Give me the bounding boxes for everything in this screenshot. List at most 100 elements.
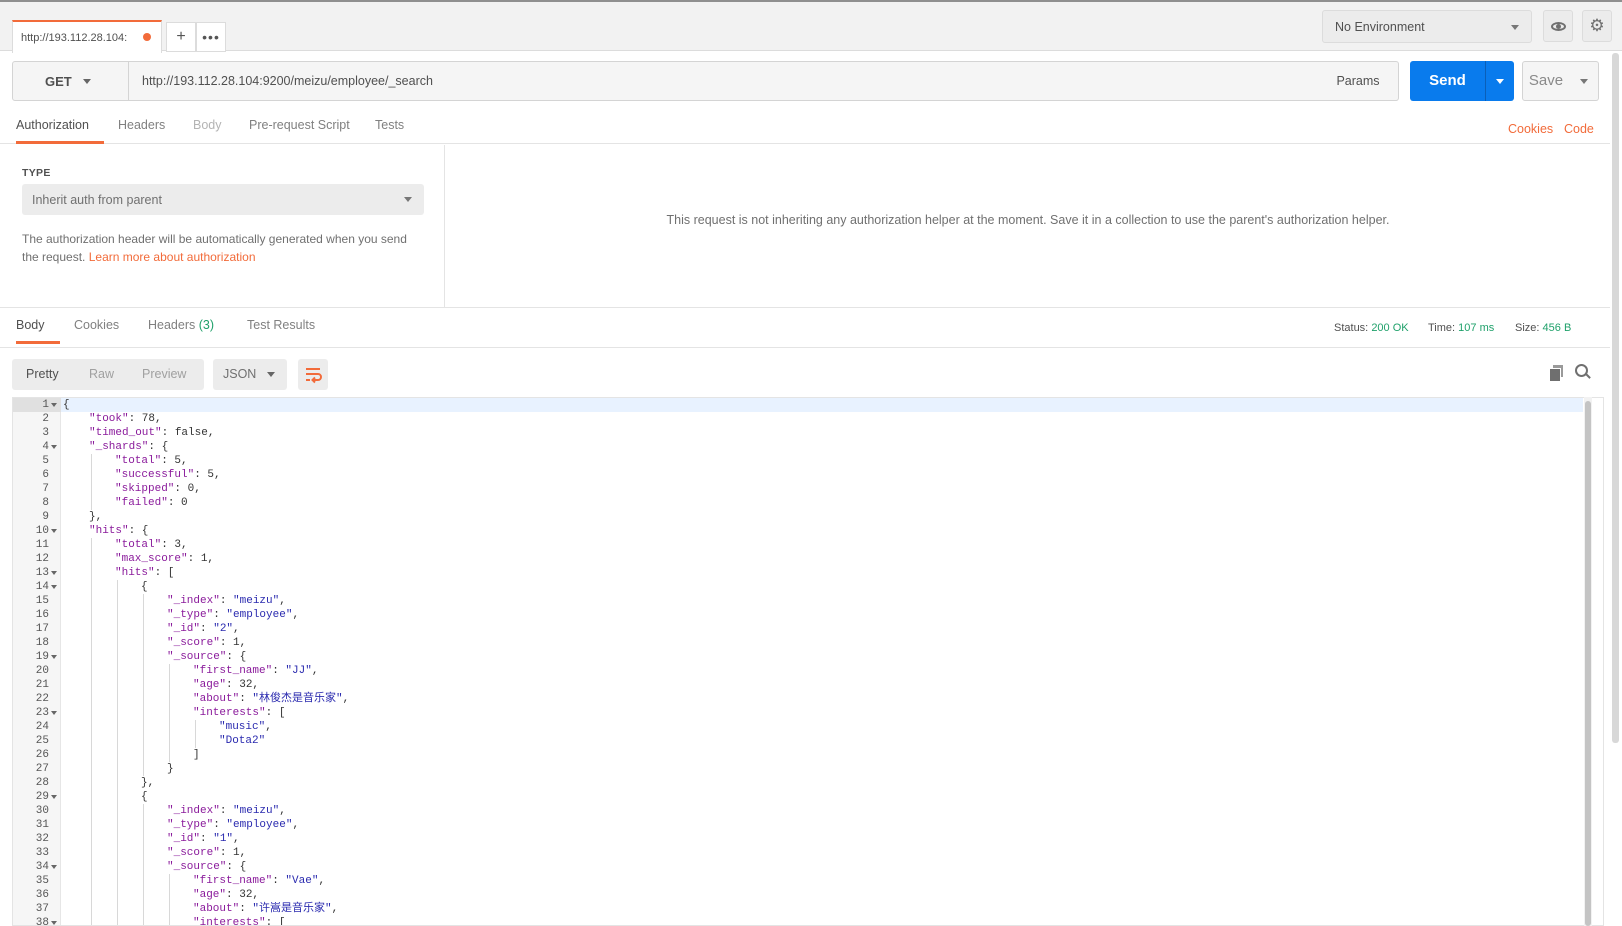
tab-body[interactable]: Body bbox=[193, 118, 222, 144]
indent-guide bbox=[117, 608, 118, 622]
copy-icon[interactable] bbox=[1550, 365, 1563, 381]
json-punctuation: : 78, bbox=[128, 413, 162, 425]
code-text: "took": 78, bbox=[89, 412, 162, 426]
save-button[interactable]: Save bbox=[1522, 61, 1570, 101]
line-number: 37 bbox=[35, 903, 49, 915]
new-tab-button[interactable]: + bbox=[166, 22, 196, 52]
json-key: "max_score" bbox=[115, 553, 188, 565]
indent-guide bbox=[91, 454, 92, 468]
indent-guide bbox=[143, 902, 144, 916]
json-key: "took" bbox=[89, 413, 129, 425]
json-key: "_index" bbox=[167, 805, 220, 817]
more-tabs-button[interactable]: ••• bbox=[196, 22, 226, 52]
response-tab-test-results[interactable]: Test Results bbox=[247, 318, 315, 344]
chevron-down-icon bbox=[1511, 25, 1519, 30]
save-options-button[interactable] bbox=[1569, 61, 1599, 101]
search-icon[interactable] bbox=[1575, 364, 1591, 380]
code-line: 7 "skipped": 0, bbox=[13, 482, 1583, 496]
indent-guide bbox=[117, 706, 118, 720]
indent-guide bbox=[91, 496, 92, 510]
pretty-button[interactable]: Pretty bbox=[26, 367, 59, 381]
time-label: Time: bbox=[1428, 322, 1456, 334]
fold-toggle-icon[interactable] bbox=[51, 921, 57, 925]
fold-toggle-icon[interactable] bbox=[51, 865, 57, 869]
json-key: "first_name" bbox=[193, 665, 273, 677]
json-punctuation: : [ bbox=[265, 917, 286, 926]
fold-toggle-icon[interactable] bbox=[51, 571, 57, 575]
line-number: 29 bbox=[35, 791, 49, 803]
indent-guide bbox=[143, 874, 144, 888]
tab-headers[interactable]: Headers bbox=[118, 118, 165, 144]
url-input[interactable] bbox=[129, 62, 1229, 100]
editor-scrollbar[interactable] bbox=[1584, 397, 1592, 926]
indent-guide bbox=[91, 552, 92, 566]
preview-button[interactable]: Preview bbox=[142, 367, 186, 381]
send-button[interactable]: Send bbox=[1410, 61, 1485, 101]
json-key: "total" bbox=[115, 455, 162, 467]
indent-guide bbox=[91, 692, 92, 706]
request-tab[interactable]: http://193.112.28.104: bbox=[12, 20, 162, 53]
environment-select[interactable]: No Environment bbox=[1322, 10, 1532, 43]
indent-guide bbox=[117, 678, 118, 692]
tab-authorization[interactable]: Authorization bbox=[16, 118, 104, 144]
json-punctuation: , bbox=[331, 903, 339, 915]
auth-type-select[interactable]: Inherit auth from parent bbox=[22, 184, 424, 215]
line-number: 11 bbox=[35, 539, 49, 551]
fold-toggle-icon[interactable] bbox=[51, 711, 57, 715]
indent-guide bbox=[117, 818, 118, 832]
code-line: 1{ bbox=[13, 398, 1583, 412]
wrap-lines-button[interactable] bbox=[298, 359, 328, 390]
method-select[interactable]: GET bbox=[13, 62, 129, 100]
response-tab-cookies[interactable]: Cookies bbox=[74, 318, 119, 344]
line-number: 6 bbox=[42, 469, 49, 481]
indent-guide bbox=[117, 902, 118, 916]
cookies-link[interactable]: Cookies bbox=[1508, 122, 1553, 136]
fold-toggle-icon[interactable] bbox=[51, 445, 57, 449]
indent-guide bbox=[91, 832, 92, 846]
manage-environments-button[interactable]: ⚙ bbox=[1582, 10, 1612, 42]
indent-guide bbox=[117, 874, 118, 888]
json-string: "employee" bbox=[226, 609, 293, 621]
code-text: "age": 32, bbox=[193, 678, 259, 692]
response-body-editor[interactable]: 1{2 "took": 78, 3 "timed_out": false, 4 "_sha… bbox=[12, 397, 1604, 926]
environment-quick-look-button[interactable] bbox=[1543, 10, 1573, 42]
fold-toggle-icon[interactable] bbox=[51, 795, 57, 799]
fold-toggle-icon[interactable] bbox=[51, 655, 57, 659]
json-string: "1" bbox=[213, 833, 234, 845]
window-scrollbar[interactable] bbox=[1612, 53, 1619, 743]
json-punctuation: } bbox=[167, 763, 174, 775]
response-tab-body[interactable]: Body bbox=[16, 318, 60, 344]
editor-scrollbar-thumb[interactable] bbox=[1585, 401, 1591, 926]
code-text: "_score": 1, bbox=[167, 636, 246, 650]
line-number: 23 bbox=[35, 707, 49, 719]
indent-guide bbox=[169, 888, 170, 902]
tab-tests[interactable]: Tests bbox=[375, 118, 404, 144]
response-tab-headers[interactable]: Headers (3) bbox=[148, 318, 214, 344]
json-string: "2" bbox=[213, 623, 234, 635]
code-text: "_id": "1", bbox=[167, 832, 240, 846]
learn-more-auth-link[interactable]: Learn more about authorization bbox=[89, 250, 256, 264]
tab-pre-request-script[interactable]: Pre-request Script bbox=[249, 118, 350, 144]
fold-toggle-icon[interactable] bbox=[51, 403, 57, 407]
indent-guide bbox=[91, 776, 92, 790]
params-button[interactable]: Params bbox=[1318, 61, 1399, 101]
code-link[interactable]: Code bbox=[1564, 122, 1594, 136]
format-select[interactable]: JSON bbox=[213, 359, 287, 390]
json-punctuation: , bbox=[292, 609, 300, 621]
fold-toggle-icon[interactable] bbox=[51, 585, 57, 589]
code-line: 22 "about": "林俊杰是音乐家", bbox=[13, 692, 1583, 706]
indent-guide bbox=[91, 650, 92, 664]
auth-type-panel: TYPE Inherit auth from parent The author… bbox=[0, 145, 445, 307]
line-number: 38 bbox=[35, 917, 49, 926]
code-text: "about": "林俊杰是音乐家", bbox=[193, 692, 349, 706]
send-options-button[interactable] bbox=[1485, 61, 1514, 101]
line-number: 24 bbox=[35, 721, 49, 733]
raw-button[interactable]: Raw bbox=[89, 367, 114, 381]
status-label: Status: bbox=[1334, 322, 1369, 334]
json-punctuation: : { bbox=[226, 861, 247, 873]
json-key: "_shards" bbox=[89, 441, 149, 453]
json-key: "_id" bbox=[167, 623, 201, 635]
indent-guide bbox=[169, 874, 170, 888]
line-number: 30 bbox=[35, 805, 49, 817]
fold-toggle-icon[interactable] bbox=[51, 529, 57, 533]
